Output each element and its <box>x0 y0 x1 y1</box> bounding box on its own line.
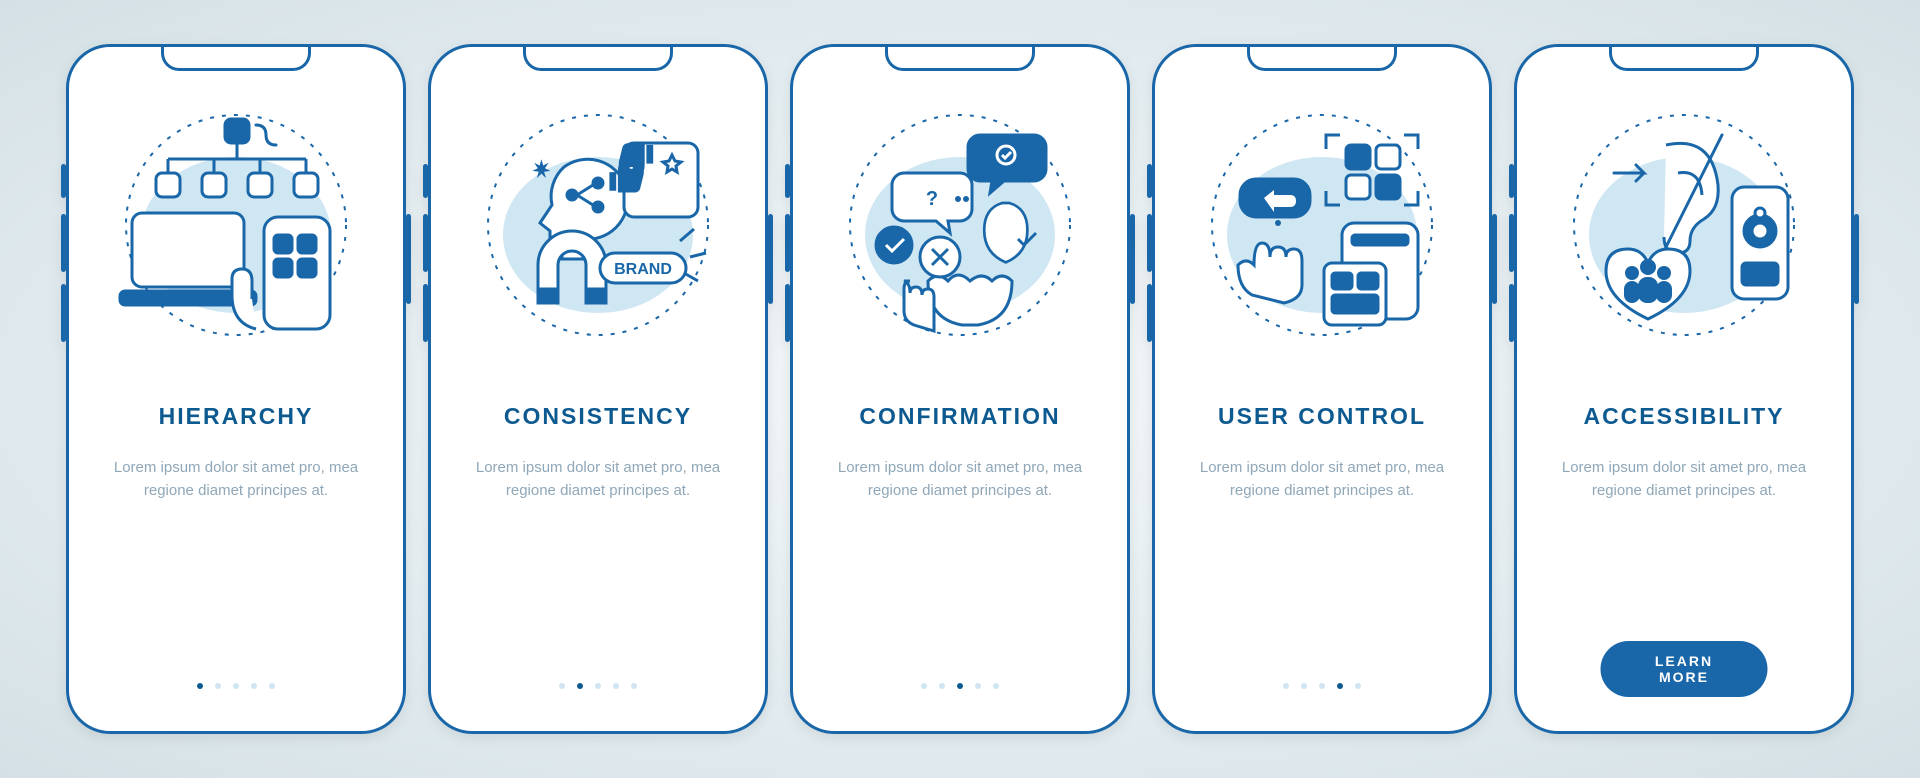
dot-5[interactable] <box>269 683 275 689</box>
screen-body: Lorem ipsum dolor sit amet pro, mea regi… <box>815 456 1105 503</box>
dot-4[interactable] <box>251 683 257 689</box>
dot-4[interactable] <box>975 683 981 689</box>
dot-1[interactable] <box>559 683 565 689</box>
dot-4[interactable] <box>613 683 619 689</box>
page-indicator <box>431 683 765 689</box>
screen-body: Lorem ipsum dolor sit amet pro, mea regi… <box>1177 456 1467 503</box>
screen-body: Lorem ipsum dolor sit amet pro, mea regi… <box>453 456 743 503</box>
page-indicator <box>69 683 403 689</box>
onboarding-screen-5: ACCESSIBILITY Lorem ipsum dolor sit amet… <box>1514 44 1854 734</box>
consistency-icon: BRAND <box>468 95 728 355</box>
learn-more-button[interactable]: LEARN MORE <box>1601 641 1768 697</box>
dot-1[interactable] <box>197 683 203 689</box>
dot-4[interactable] <box>1337 683 1343 689</box>
dot-2[interactable] <box>577 683 583 689</box>
svg-text:BRAND: BRAND <box>614 261 672 278</box>
svg-text:?: ? <box>926 188 938 210</box>
dot-3[interactable] <box>595 683 601 689</box>
screen-title: HIERARCHY <box>159 403 314 430</box>
onboarding-screen-2: BRAND CONSISTENCY Lorem ipsum dolor sit … <box>428 44 768 734</box>
dot-2[interactable] <box>1301 683 1307 689</box>
screen-title: USER CONTROL <box>1218 403 1426 430</box>
dot-3[interactable] <box>957 683 963 689</box>
onboarding-screen-3: ? CONFIRMATION Lorem ipsum do <box>790 44 1130 734</box>
dot-5[interactable] <box>1355 683 1361 689</box>
screen-title: CONFIRMATION <box>859 403 1060 430</box>
dot-2[interactable] <box>939 683 945 689</box>
dot-3[interactable] <box>233 683 239 689</box>
dot-5[interactable] <box>993 683 999 689</box>
accessibility-icon <box>1554 95 1814 355</box>
screen-body: Lorem ipsum dolor sit amet pro, mea regi… <box>1539 456 1829 503</box>
hierarchy-icon <box>106 95 366 355</box>
page-indicator <box>1155 683 1489 689</box>
dot-3[interactable] <box>1319 683 1325 689</box>
screen-body: Lorem ipsum dolor sit amet pro, mea regi… <box>91 456 381 503</box>
onboarding-screen-1: HIERARCHY Lorem ipsum dolor sit amet pro… <box>66 44 406 734</box>
screen-title: ACCESSIBILITY <box>1583 403 1784 430</box>
page-indicator <box>793 683 1127 689</box>
dot-2[interactable] <box>215 683 221 689</box>
user-control-icon <box>1192 95 1452 355</box>
onboarding-screen-4: USER CONTROL Lorem ipsum dolor sit amet … <box>1152 44 1492 734</box>
screen-title: CONSISTENCY <box>504 403 692 430</box>
dot-5[interactable] <box>631 683 637 689</box>
confirmation-icon: ? <box>830 95 1090 355</box>
dot-1[interactable] <box>921 683 927 689</box>
dot-1[interactable] <box>1283 683 1289 689</box>
